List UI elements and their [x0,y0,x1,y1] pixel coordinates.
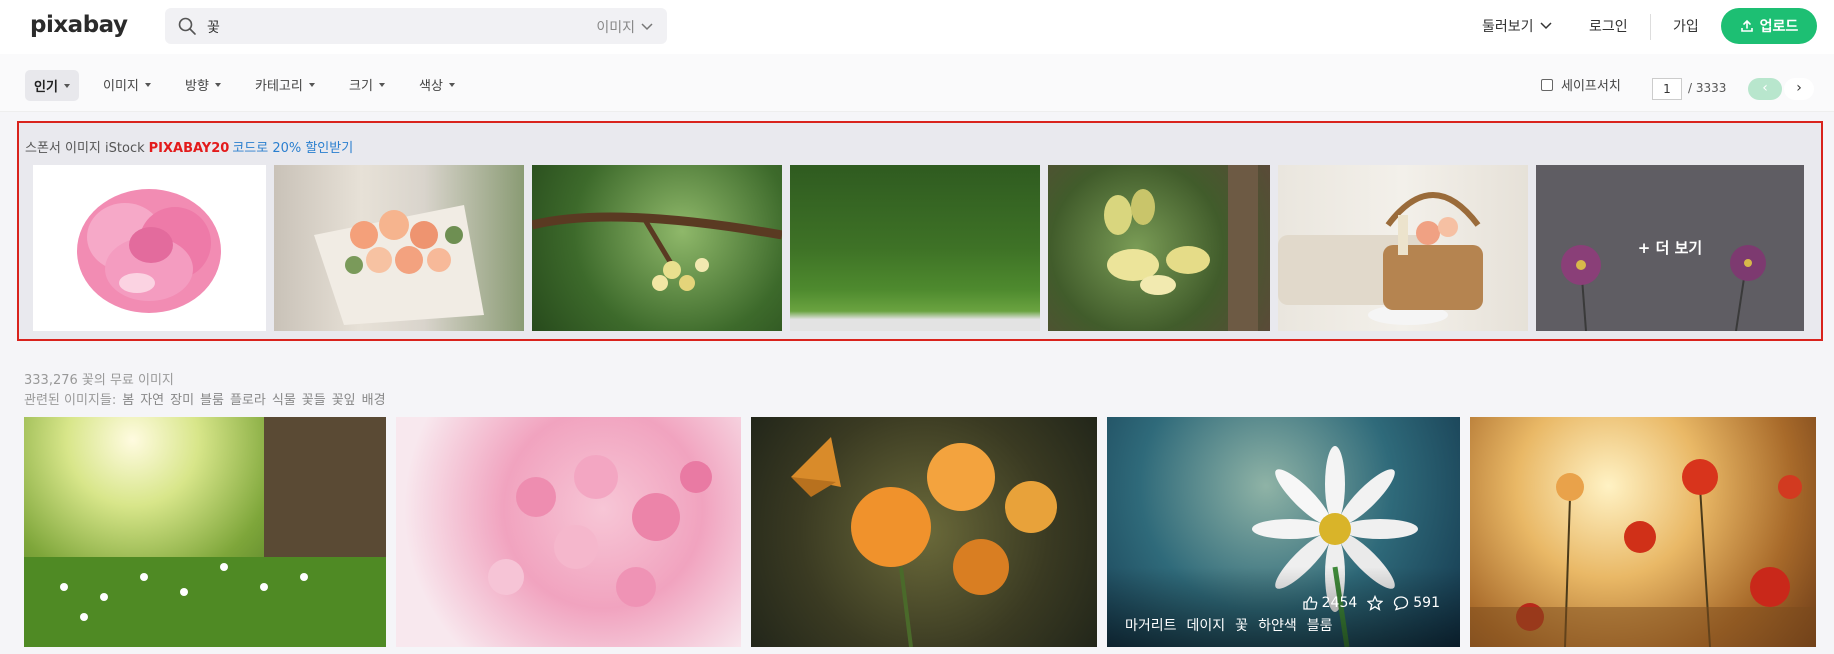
caret-down-icon [63,83,70,88]
related-tag[interactable]: 장미 [170,389,194,408]
related-tag[interactable]: 봄 [122,389,134,408]
result-image-daisy[interactable]: 2454 591 마거리트 데이지 꽃 하얀색 블룸 [1107,417,1460,647]
explore-label: 둘러보기 [1482,19,1534,35]
sponsored-image-gift-basket[interactable] [1278,165,1528,331]
related-tag[interactable]: 배경 [362,389,386,408]
filter-size[interactable]: 크기 [349,75,385,94]
comment-icon [1394,596,1409,611]
like-count: 2454 [1321,595,1358,611]
branch-illustration [532,212,782,291]
filter-size-label: 크기 [349,79,373,94]
related-label: 관련된 이미지들: [24,393,117,408]
sponsored-more-tile[interactable]: + 더 보기 [1536,165,1804,331]
related-tag[interactable]: 꽃들 [302,389,326,408]
join-link[interactable]: 가입 [1673,16,1699,36]
safesearch-checkbox[interactable] [1541,78,1553,91]
result-image-poppies[interactable] [1470,417,1816,647]
yellow-flowers-illustration [1104,165,1258,331]
result-image-butterfly-flowers[interactable] [751,417,1097,647]
search-scope-label: 이미지 [596,20,635,36]
header-divider [1650,14,1651,40]
safesearch-toggle[interactable]: 세이프서치 [1541,75,1621,94]
like-button[interactable]: 2454 [1302,595,1358,611]
filter-popular[interactable]: 인기 [25,70,79,101]
image-tag[interactable]: 하얀색 [1258,615,1297,635]
prev-page-button[interactable]: ‹ [1748,78,1782,100]
chevron-down-icon [1540,22,1552,30]
filter-category[interactable]: 카테고리 [255,75,315,94]
filter-image-type-label: 이미지 [103,79,139,94]
orange-flowers-illustration [791,437,1057,647]
bouquet-illustration [314,205,484,325]
top-header: pixabay 꽃 이미지 둘러보기 로그인 가입 업로드 [0,0,1834,54]
filter-popular-label: 인기 [34,80,58,95]
meadow-illustration [24,417,386,647]
image-tag[interactable]: 데이지 [1187,615,1226,635]
upload-icon [1740,19,1753,32]
related-tag[interactable]: 꽃잎 [332,389,356,408]
sponsored-image-branch-blossom[interactable] [532,165,782,331]
page-total: / 3333 [1688,81,1727,95]
image-tag[interactable]: 꽃 [1235,615,1248,635]
sponsored-image-hedge[interactable] [790,165,1040,331]
filter-orientation[interactable]: 방향 [185,75,221,94]
filter-category-label: 카테고리 [255,79,303,94]
basket-illustration [1278,192,1483,325]
search-bar[interactable]: 꽃 이미지 [165,8,667,44]
caret-down-icon [448,82,455,87]
chevron-down-icon [641,23,653,31]
image-tags: 마거리트 데이지 꽃 하얀색 블룸 [1125,615,1332,635]
caret-down-icon [214,82,221,87]
image-tag[interactable]: 블룸 [1307,615,1333,635]
upload-button[interactable]: 업로드 [1721,8,1817,44]
pixabay-logo[interactable]: pixabay [30,12,128,38]
caret-down-icon [308,82,315,87]
related-tags: 관련된 이미지들: 봄 자연 장미 블룸 플로라 식물 꽃들 꽃잎 배경 [24,389,386,408]
explore-menu[interactable]: 둘러보기 [1482,16,1552,36]
caret-down-icon [378,82,385,87]
search-scope-dropdown[interactable]: 이미지 [596,17,653,37]
login-link[interactable]: 로그인 [1589,16,1628,36]
page-number-input[interactable]: 1 [1652,78,1682,100]
filter-orientation-label: 방향 [185,79,209,94]
related-tag[interactable]: 블룸 [200,389,224,408]
related-tag[interactable]: 식물 [272,389,296,408]
image-stats: 2454 591 [1302,595,1440,611]
star-icon[interactable] [1367,595,1384,611]
upload-label: 업로드 [1759,19,1799,35]
search-icon [178,17,196,35]
sponsor-label: 스폰서 이미지 iStock [25,141,145,156]
promo-link[interactable]: 코드로 20% 할인받기 [232,141,353,156]
result-image-cherry-blossom[interactable] [396,417,741,647]
sponsored-images-section: 스폰서 이미지 iStock PIXABAY20 코드로 20% 할인받기 + … [17,121,1823,341]
filter-image-type[interactable]: 이미지 [103,75,151,94]
filter-color[interactable]: 색상 [419,75,455,94]
sponsored-image-yellow-flowers[interactable] [1048,165,1270,331]
search-input[interactable]: 꽃 [207,17,220,37]
sponsor-title: 스폰서 이미지 iStock PIXABAY20 코드로 20% 할인받기 [25,137,353,156]
safesearch-label: 세이프서치 [1561,79,1621,94]
result-image-meadow[interactable] [24,417,386,647]
filter-color-label: 색상 [419,79,443,94]
comment-count: 591 [1413,595,1440,611]
sponsored-image-peony[interactable] [33,165,266,331]
poppies-illustration [1470,459,1816,647]
cherry-blossom-illustration [488,455,712,607]
related-tag[interactable]: 플로라 [230,389,266,408]
more-label: + 더 보기 [1637,239,1703,257]
peony-illustration [77,189,221,313]
thumbs-up-icon [1302,596,1317,610]
filter-bar: 인기 이미지 방향 카테고리 크기 색상 세이프서치 1 / 3333 ‹ › [0,54,1834,112]
promo-code: PIXABAY20 [148,141,230,156]
comment-button[interactable]: 591 [1393,595,1440,611]
result-count: 333,276 꽃의 무료 이미지 [24,373,174,388]
caret-down-icon [144,82,151,87]
image-tag[interactable]: 마거리트 [1125,615,1177,635]
related-tag[interactable]: 자연 [140,389,164,408]
next-page-button[interactable]: › [1784,78,1814,100]
sponsored-image-bouquet[interactable] [274,165,524,331]
